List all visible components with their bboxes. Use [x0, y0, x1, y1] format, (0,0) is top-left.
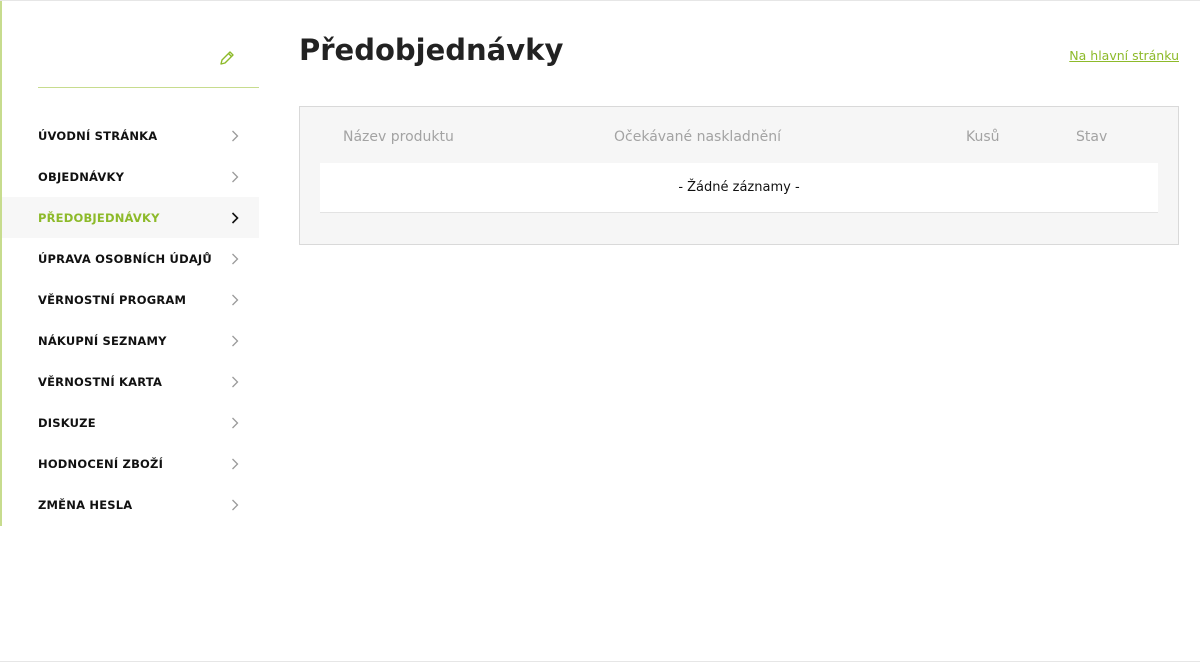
account-nav: ÚVODNÍ STRÁNKA OBJEDNÁVKY PŘEDOBJEDNÁVKY…: [2, 115, 259, 525]
sidebar-item-label: VĚRNOSTNÍ KARTA: [38, 374, 163, 389]
empty-table-row: - Žádné záznamy -: [320, 163, 1158, 213]
column-header-quantity: Kusů: [966, 129, 1000, 145]
sidebar-item-label: DISKUZE: [38, 415, 96, 430]
sidebar-item-label: HODNOCENÍ ZBOŽÍ: [38, 456, 164, 471]
sidebar-item-loyalty-program[interactable]: VĚRNOSTNÍ PROGRAM: [2, 279, 259, 320]
chevron-right-icon: [232, 499, 239, 510]
chevron-right-icon: [232, 294, 239, 305]
sidebar-item-orders[interactable]: OBJEDNÁVKY: [2, 156, 259, 197]
sidebar-item-product-reviews[interactable]: HODNOCENÍ ZBOŽÍ: [2, 443, 259, 484]
sidebar-item-label: VĚRNOSTNÍ PROGRAM: [38, 292, 187, 307]
sidebar-item-change-password[interactable]: ZMĚNA HESLA: [2, 484, 259, 525]
chevron-right-icon: [232, 335, 239, 346]
sidebar-item-label: ZMĚNA HESLA: [38, 497, 133, 512]
sidebar-item-loyalty-card[interactable]: VĚRNOSTNÍ KARTA: [2, 361, 259, 402]
chevron-right-icon: [231, 211, 239, 224]
pencil-icon[interactable]: [218, 49, 236, 67]
chevron-right-icon: [232, 458, 239, 469]
column-header-product-name: Název produktu: [343, 129, 454, 145]
page-title: Předobjednávky: [299, 33, 564, 67]
home-page-link[interactable]: Na hlavní stránku: [1069, 48, 1179, 63]
chevron-right-icon: [232, 130, 239, 141]
sidebar-item-label: ÚPRAVA OSOBNÍCH ÚDAJŮ: [38, 251, 212, 266]
column-header-expected-stock: Očekávané naskladnění: [614, 129, 782, 145]
preorders-table: Název produktu Očekávané naskladnění Kus…: [299, 106, 1179, 245]
chevron-right-icon: [232, 253, 239, 264]
sidebar-item-label: OBJEDNÁVKY: [38, 169, 125, 184]
sidebar-item-label: NÁKUPNÍ SEZNAMY: [38, 333, 167, 348]
preorders-page: ÚVODNÍ STRÁNKA OBJEDNÁVKY PŘEDOBJEDNÁVKY…: [0, 0, 1200, 662]
sidebar-item-label: ÚVODNÍ STRÁNKA: [38, 128, 158, 143]
chevron-right-icon: [232, 417, 239, 428]
sidebar-item-discussions[interactable]: DISKUZE: [2, 402, 259, 443]
sidebar-item-shopping-lists[interactable]: NÁKUPNÍ SEZNAMY: [2, 320, 259, 361]
sidebar-item-preorders[interactable]: PŘEDOBJEDNÁVKY: [2, 197, 259, 238]
sidebar-item-home[interactable]: ÚVODNÍ STRÁNKA: [2, 115, 259, 156]
profile-header: [38, 1, 259, 88]
sidebar-item-personal-details[interactable]: ÚPRAVA OSOBNÍCH ÚDAJŮ: [2, 238, 259, 279]
chevron-right-icon: [232, 171, 239, 182]
column-header-status: Stav: [1076, 129, 1108, 145]
sidebar-item-label: PŘEDOBJEDNÁVKY: [38, 210, 160, 225]
chevron-right-icon: [232, 376, 239, 387]
